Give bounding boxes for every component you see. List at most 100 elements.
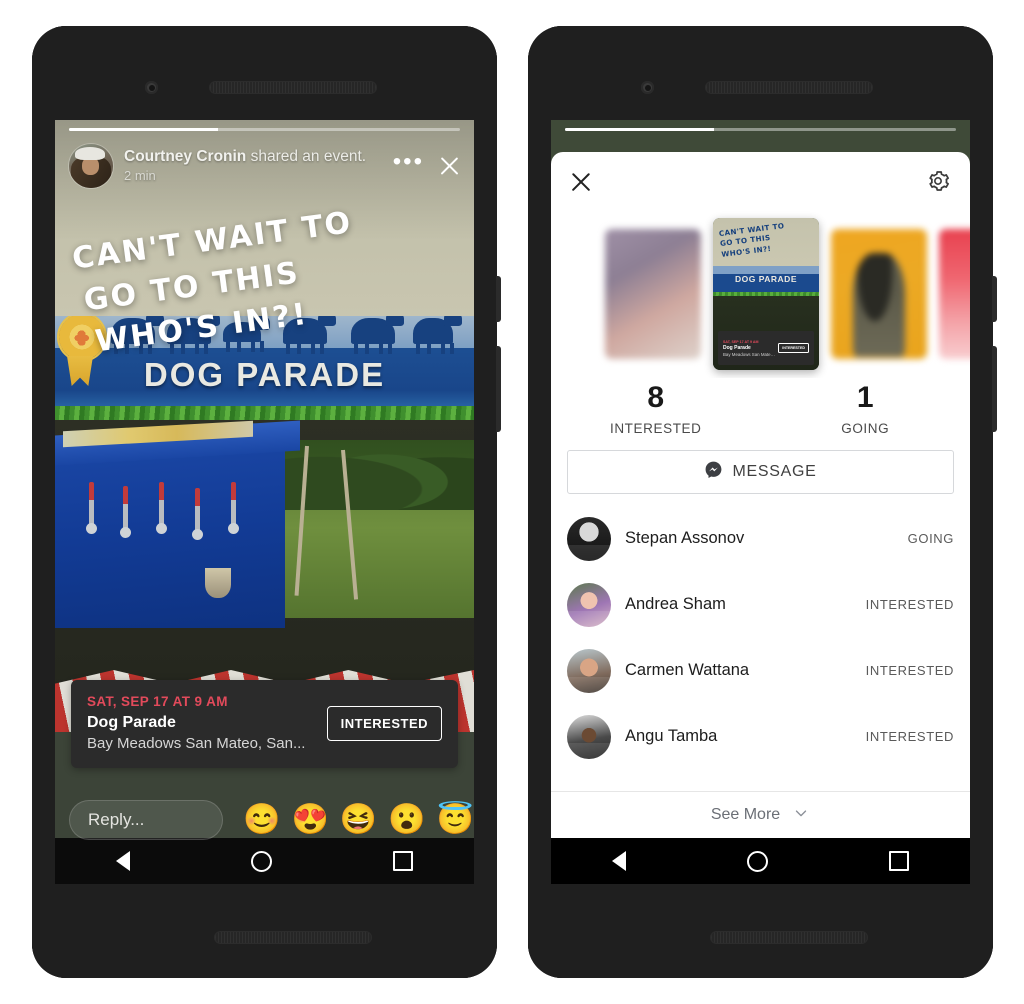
story-viewer: DOG PARADE Courtney Cronin shared an eve… — [55, 120, 474, 884]
story-progress-fill — [565, 128, 714, 131]
home-circle-icon[interactable] — [746, 850, 768, 872]
story-progress-bar[interactable] — [565, 128, 956, 131]
list-item[interactable]: Stepan Assonov GOING — [551, 506, 970, 572]
emoji-surprised-icon[interactable]: 😮 — [388, 805, 425, 835]
dog-parade-banner: DOG PARADE — [55, 316, 474, 414]
messenger-icon — [704, 460, 723, 484]
event-attachment-card[interactable]: SAT, SEP 17 AT 9 AM Dog Parade Bay Meado… — [71, 680, 458, 768]
recents-square-icon[interactable] — [393, 851, 414, 871]
story-thumbnail-active[interactable]: DOG PARADE CAN'T WAIT TO GO TO THIS WHO'… — [713, 218, 819, 370]
more-options-button[interactable]: ••• — [393, 150, 424, 174]
medal — [86, 482, 97, 534]
viewers-list: Stepan Assonov GOING Andrea Sham INTERES… — [551, 506, 970, 792]
gear-icon[interactable] — [924, 167, 952, 195]
status-badge: INTERESTED — [865, 729, 954, 744]
story-reply-row: Reply... 😊 😍 😆 😮 😇 — [69, 800, 474, 840]
front-camera-icon — [145, 81, 158, 94]
dog-silhouette-icon — [413, 316, 462, 354]
recents-square-icon[interactable] — [889, 851, 910, 871]
reply-input[interactable]: Reply... — [69, 800, 224, 840]
story-author-name: Courtney Cronin — [124, 148, 247, 166]
story-progress-fill — [69, 128, 218, 131]
back-triangle-icon[interactable] — [611, 851, 626, 871]
story-progress-bar[interactable] — [69, 128, 460, 131]
close-icon[interactable] — [436, 153, 462, 179]
phone-left: DOG PARADE Courtney Cronin shared an eve… — [32, 26, 501, 978]
screenshot-root: DOG PARADE Courtney Cronin shared an eve… — [0, 0, 1024, 1004]
story-thumbnail[interactable] — [939, 229, 970, 359]
mini-event-texts: SAT, SEP 17 AT 9 AM Dog Parade Bay Meado… — [723, 340, 775, 357]
stat-label: GOING — [841, 420, 890, 436]
mini-event-button: INTERESTED — [778, 343, 809, 353]
medal — [192, 488, 203, 540]
avatar — [567, 648, 611, 693]
home-circle-icon[interactable] — [250, 850, 272, 872]
trophy — [205, 568, 231, 598]
emoji-angel-icon[interactable]: 😇 — [437, 805, 474, 835]
story-thumbnail-carousel[interactable]: DOG PARADE CAN'T WAIT TO GO TO THIS WHO'… — [551, 210, 970, 378]
emoji-reaction-row: 😊 😍 😆 😮 😇 — [243, 805, 474, 835]
phone-right-screen: DOG PARADE CAN'T WAIT TO GO TO THIS WHO'… — [551, 120, 970, 884]
volume-button[interactable] — [496, 346, 501, 432]
bottom-speaker — [215, 932, 371, 943]
power-button[interactable] — [496, 276, 501, 322]
medal — [120, 486, 131, 538]
rosette-icon — [59, 316, 105, 360]
chevron-down-icon — [792, 804, 810, 827]
event-date: SAT, SEP 17 AT 9 AM — [87, 694, 228, 709]
bottom-speaker — [711, 932, 867, 943]
person-name: Andrea Sham — [625, 595, 726, 613]
mini-event-location: Bay Meadows San Mateo, San... — [723, 351, 775, 357]
event-title: Dog Parade — [87, 714, 176, 731]
dog-silhouette-icon — [111, 316, 164, 354]
front-camera-icon — [641, 81, 654, 94]
dog-silhouette-icon — [167, 316, 220, 354]
emoji-heart-eyes-icon[interactable]: 😍 — [292, 805, 329, 835]
android-navbar — [55, 838, 474, 884]
message-button-label: MESSAGE — [732, 462, 817, 480]
stat-interested: 8 INTERESTED — [551, 382, 761, 436]
message-button[interactable]: MESSAGE — [567, 449, 954, 494]
story-header: Courtney Cronin shared an event. 2 min •… — [69, 144, 462, 188]
see-more-label: See More — [710, 806, 781, 823]
story-progress-track — [565, 128, 956, 131]
back-triangle-icon[interactable] — [115, 851, 130, 871]
list-item[interactable]: Andrea Sham INTERESTED — [551, 572, 970, 638]
story-author-line: Courtney Cronin shared an event. — [124, 148, 389, 166]
avatar-hat — [75, 147, 105, 160]
mini-event-date: SAT, SEP 17 AT 9 AM — [723, 339, 759, 344]
close-icon[interactable] — [568, 169, 594, 195]
status-badge: INTERESTED — [865, 597, 954, 612]
see-more-button[interactable]: See More — [551, 791, 970, 838]
earpiece-speaker — [210, 82, 376, 93]
dog-silhouette-icon — [351, 316, 404, 354]
story-header-texts: Courtney Cronin shared an event. 2 min — [124, 148, 389, 184]
medal — [156, 482, 167, 534]
power-button[interactable] — [992, 276, 997, 322]
stat-value: 8 — [647, 381, 665, 414]
mini-event-card: SAT, SEP 17 AT 9 AM Dog Parade Bay Meado… — [718, 331, 814, 365]
event-stats-row: 8 INTERESTED 1 GOING — [551, 378, 970, 450]
event-interested-button[interactable]: INTERESTED — [326, 705, 442, 741]
emoji-smile-icon[interactable]: 😊 — [243, 805, 280, 835]
avatar — [567, 582, 611, 627]
avatar[interactable] — [69, 144, 113, 188]
dog-silhouette-icon — [283, 316, 336, 354]
list-item[interactable]: Angu Tamba INTERESTED — [551, 704, 970, 770]
event-card-texts: SAT, SEP 17 AT 9 AM Dog Parade Bay Meado… — [87, 694, 315, 752]
story-thumbnail[interactable] — [831, 229, 927, 359]
android-navbar — [551, 838, 970, 884]
story-thumbnail[interactable] — [605, 229, 701, 359]
volume-button[interactable] — [992, 346, 997, 432]
phone-left-screen: DOG PARADE Courtney Cronin shared an eve… — [55, 120, 474, 884]
event-location: Bay Meadows San Mateo, San... — [87, 735, 306, 752]
earpiece-speaker — [706, 82, 872, 93]
stat-going: 1 GOING — [761, 382, 971, 436]
phone-right: DOG PARADE CAN'T WAIT TO GO TO THIS WHO'… — [528, 26, 997, 978]
viewers-sheet: DOG PARADE CAN'T WAIT TO GO TO THIS WHO'… — [551, 152, 970, 838]
person-name: Carmen Wattana — [625, 661, 750, 679]
emoji-laughing-icon[interactable]: 😆 — [340, 805, 377, 835]
active-thumb-preview: DOG PARADE CAN'T WAIT TO GO TO THIS WHO'… — [713, 218, 819, 370]
list-item[interactable]: Carmen Wattana INTERESTED — [551, 638, 970, 704]
person-name: Stepan Assonov — [625, 529, 745, 547]
